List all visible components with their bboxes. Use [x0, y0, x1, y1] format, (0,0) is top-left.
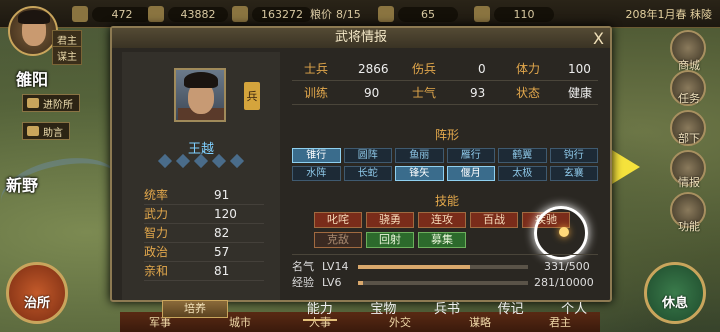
formation-item[interactable]: 太极 — [498, 166, 547, 181]
tab-item[interactable]: 传记 — [494, 298, 528, 321]
status-value: 健康 — [568, 86, 593, 100]
tutorial-highlight-icon — [534, 206, 588, 260]
menu-city[interactable]: 城市 — [229, 314, 251, 330]
stamina-field: 体力 — [516, 62, 541, 76]
resource-2-icon — [148, 6, 164, 22]
stat-row: 智力 82 — [144, 224, 264, 243]
close-button[interactable]: X — [593, 29, 604, 48]
exp-level: LV6 — [322, 276, 342, 289]
side-menu-task[interactable]: 任务 — [678, 90, 700, 106]
train-button[interactable]: 培养 — [162, 300, 228, 318]
stat-row: 政治 57 — [144, 243, 264, 262]
fame-bar — [358, 265, 528, 269]
skill-item[interactable]: 百战 — [470, 212, 518, 228]
fame-label: 名气 — [292, 260, 314, 273]
resource-3-icon — [232, 6, 248, 22]
training-field: 训练 — [304, 86, 329, 100]
rank-pips — [157, 153, 245, 169]
lord-avatar[interactable] — [8, 6, 58, 56]
stat-row: 统率 91 — [144, 186, 264, 205]
morale-value: 93 — [470, 86, 486, 100]
stat-row: 武力 120 — [144, 205, 264, 224]
side-menu-function[interactable]: 功能 — [678, 218, 700, 234]
skill-item[interactable]: 募集 — [418, 232, 466, 248]
formation-item[interactable]: 锥行 — [292, 148, 341, 163]
formation-title: 阵形 — [434, 128, 459, 142]
exp-value: 281/10000 — [534, 276, 594, 289]
exp-bar — [358, 281, 528, 285]
formation-item[interactable]: 偃月 — [446, 166, 495, 181]
formation-item[interactable]: 水阵 — [292, 166, 341, 181]
city-label-luoyang[interactable]: 雒阳 — [16, 66, 48, 90]
wounded-field: 伤兵 — [412, 62, 437, 76]
advice-button[interactable]: 助言 — [22, 122, 70, 140]
tutorial-arrow-icon — [612, 150, 640, 184]
grain-price: 粮价 8/15 — [310, 7, 361, 22]
resource-4: 65 — [378, 5, 458, 23]
fame-level: LV14 — [322, 260, 349, 273]
formation-grid: 锥行 圆阵 鱼丽 雁行 鹤翼 钩行水阵 长蛇 锋矢 偃月 太极 玄襄 — [292, 148, 598, 181]
skill-item[interactable]: 叱咤 — [314, 212, 362, 228]
advisor-tag: 谋主 — [52, 46, 82, 65]
government-button[interactable]: 治所 — [6, 262, 68, 324]
skill-item[interactable]: 克敌 — [314, 232, 362, 248]
formation-item[interactable]: 钩行 — [549, 148, 598, 163]
dialog-tabs: 能力 宝物 兵书 传记 个人 — [288, 298, 606, 321]
tab-item[interactable]: 个人 — [557, 298, 591, 321]
resource-5: 110 — [474, 5, 554, 23]
tab-item[interactable]: 宝物 — [366, 298, 400, 321]
tab-item[interactable]: 能力 — [302, 298, 337, 321]
resource-bar: 472 43882 163272 粮价 8/15 65 110 208年1月春 秣… — [0, 0, 720, 28]
formation-item[interactable]: 长蛇 — [343, 166, 392, 181]
skill-grid: 叱咤 骁勇 连攻 百战 疾驰 克敌 回射 募集 — [314, 212, 570, 248]
general-portrait — [174, 68, 226, 122]
tab-item[interactable]: 兵书 — [430, 298, 464, 321]
stamina-value: 100 — [568, 62, 591, 76]
resource-1: 472 — [72, 5, 152, 23]
soldiers-field: 士兵 — [304, 62, 329, 76]
formation-item[interactable]: 圆阵 — [343, 148, 392, 163]
resource-5-icon — [474, 6, 490, 22]
fame-value: 331/500 — [544, 260, 590, 273]
side-menu-subordinate[interactable]: 部下 — [678, 130, 700, 146]
rest-button[interactable]: 休息 — [644, 262, 706, 324]
formation-item[interactable]: 锋矢 — [395, 166, 444, 181]
skill-item[interactable]: 骁勇 — [366, 212, 414, 228]
skill-item[interactable]: 回射 — [366, 232, 414, 248]
soldiers-value: 2866 — [358, 62, 389, 76]
dialog-title: 武将情报 — [112, 28, 610, 48]
game-date: 208年1月春 秣陵 — [625, 8, 713, 21]
general-info-dialog: 武将情报 X 兵 王越 统率 91 武力 120 智力 82 政治 57 亲和 81 培养… — [110, 26, 612, 321]
resource-2: 43882 — [148, 5, 228, 23]
resource-4-icon — [378, 6, 394, 22]
unit-type-badge: 兵 — [244, 82, 260, 110]
general-summary-panel: 兵 王越 统率 91 武力 120 智力 82 政治 57 亲和 81 培养 — [122, 52, 280, 318]
status-field: 状态 — [516, 86, 541, 100]
city-label-xinye[interactable]: 新野 — [6, 172, 38, 196]
resource-1-icon — [72, 6, 88, 22]
stat-row: 亲和 81 — [144, 262, 264, 281]
resource-3: 163272 — [232, 5, 312, 23]
morale-field: 士气 — [412, 86, 437, 100]
formation-item[interactable]: 鱼丽 — [395, 148, 444, 163]
skill-item[interactable]: 连攻 — [418, 212, 466, 228]
training-value: 90 — [364, 86, 380, 100]
attribute-list: 统率 91 武力 120 智力 82 政治 57 亲和 81 — [144, 186, 264, 281]
wounded-value: 0 — [478, 62, 486, 76]
advance-button[interactable]: 进阶所 — [22, 94, 80, 112]
formation-item[interactable]: 雁行 — [446, 148, 495, 163]
formation-item[interactable]: 玄襄 — [549, 166, 598, 181]
formation-item[interactable]: 鹤翼 — [498, 148, 547, 163]
side-menu-intel[interactable]: 情报 — [678, 174, 700, 190]
exp-label: 经验 — [292, 276, 314, 289]
